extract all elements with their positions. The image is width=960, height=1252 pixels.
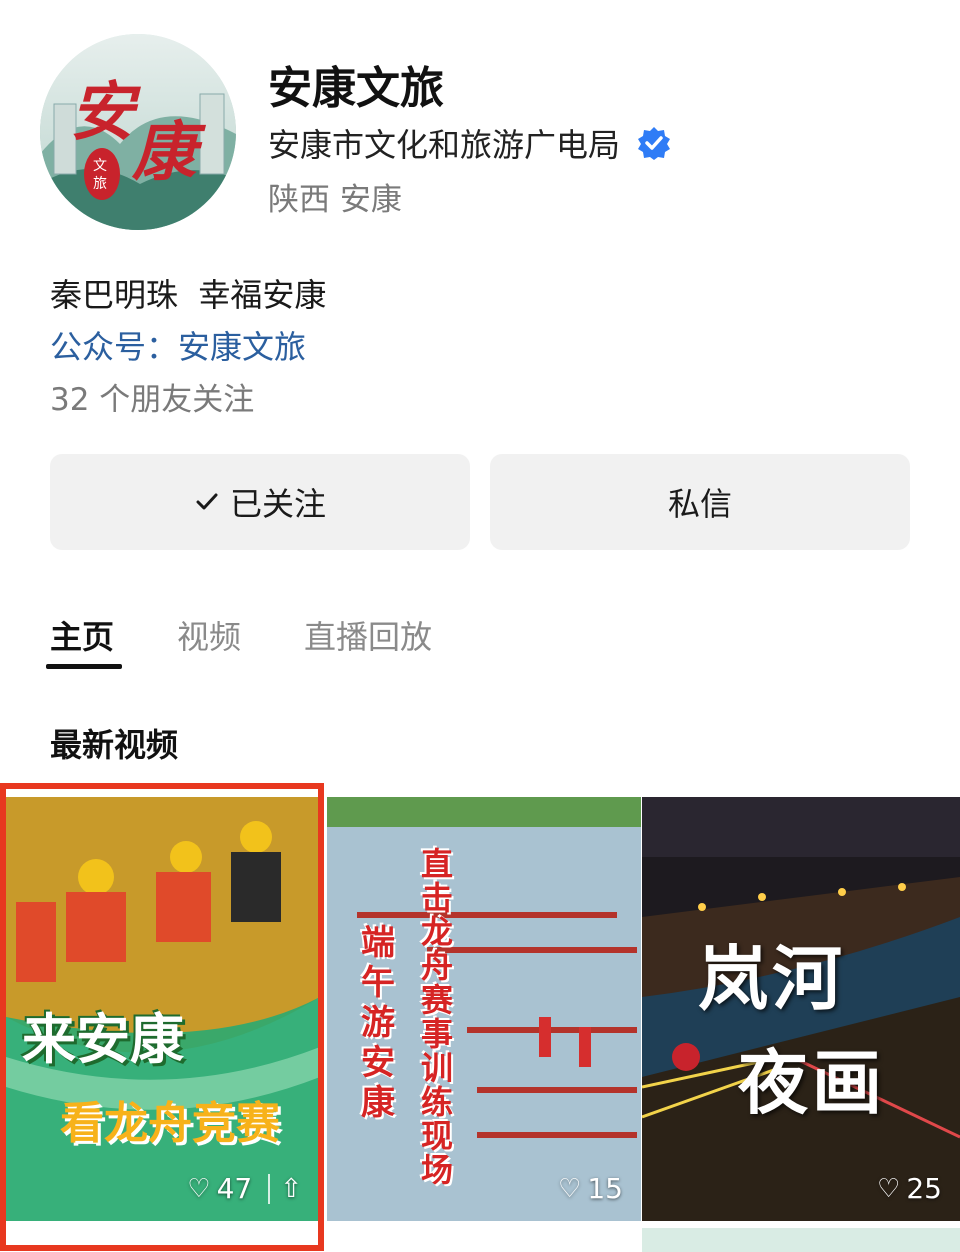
tab-active-indicator: [46, 664, 122, 669]
org-label: 安康市文化和旅游广电局: [268, 126, 621, 164]
followed-button[interactable]: 已关注: [50, 454, 470, 550]
check-icon: [196, 493, 218, 510]
bio-slogan: 秦巴明珠 幸福安康: [50, 276, 327, 314]
followed-label: 已关注: [229, 485, 326, 523]
svg-text:文: 文: [93, 158, 107, 174]
message-label: 私信: [667, 485, 732, 523]
video-card[interactable]: 岚河 夜画 ♡ 25: [642, 797, 960, 1221]
avatar[interactable]: 安 康 文 旅: [40, 34, 236, 230]
video-title-line1: 岚河: [698, 937, 846, 1020]
likes-count: 25: [906, 1172, 942, 1205]
video-card[interactable]: 端午游安康 直击龙舟赛事训练现场 ♡ 15: [327, 797, 641, 1221]
next-video-card-partial[interactable]: [642, 1228, 960, 1252]
heart-icon: ♡: [877, 1173, 901, 1204]
tab-live-replay[interactable]: 直播回放: [304, 612, 432, 658]
official-account-link[interactable]: 公众号：安康文旅: [50, 322, 306, 368]
profile-name: 安康文旅: [268, 63, 444, 114]
location: 陕西 安康: [268, 182, 402, 218]
tab-home[interactable]: 主页: [50, 612, 114, 658]
tab-videos[interactable]: 视频: [177, 612, 241, 658]
org-name: 安康市文化和旅游广电局: [268, 120, 672, 166]
svg-text:旅: 旅: [93, 176, 107, 192]
friends-following[interactable]: 32 个朋友关注: [50, 374, 254, 419]
highlight-frame: [0, 783, 324, 1251]
likes-count: 15: [587, 1172, 623, 1205]
svg-text:安: 安: [70, 75, 141, 150]
video-likes: ♡ 15: [558, 1172, 623, 1205]
video-title-left: 端午游安康: [361, 923, 395, 1123]
video-title-right: 直击龙舟赛事训练现场: [421, 845, 454, 1189]
avatar-logo-image: 安 康 文 旅: [40, 34, 236, 230]
svg-text:康: 康: [131, 115, 207, 190]
heart-icon: ♡: [558, 1173, 582, 1204]
video-likes: ♡ 25: [877, 1172, 942, 1205]
section-title: 最新视频: [50, 726, 179, 764]
message-button[interactable]: 私信: [490, 454, 910, 550]
verified-badge-icon: [638, 127, 671, 160]
video-title-line2: 夜画: [738, 1041, 886, 1124]
